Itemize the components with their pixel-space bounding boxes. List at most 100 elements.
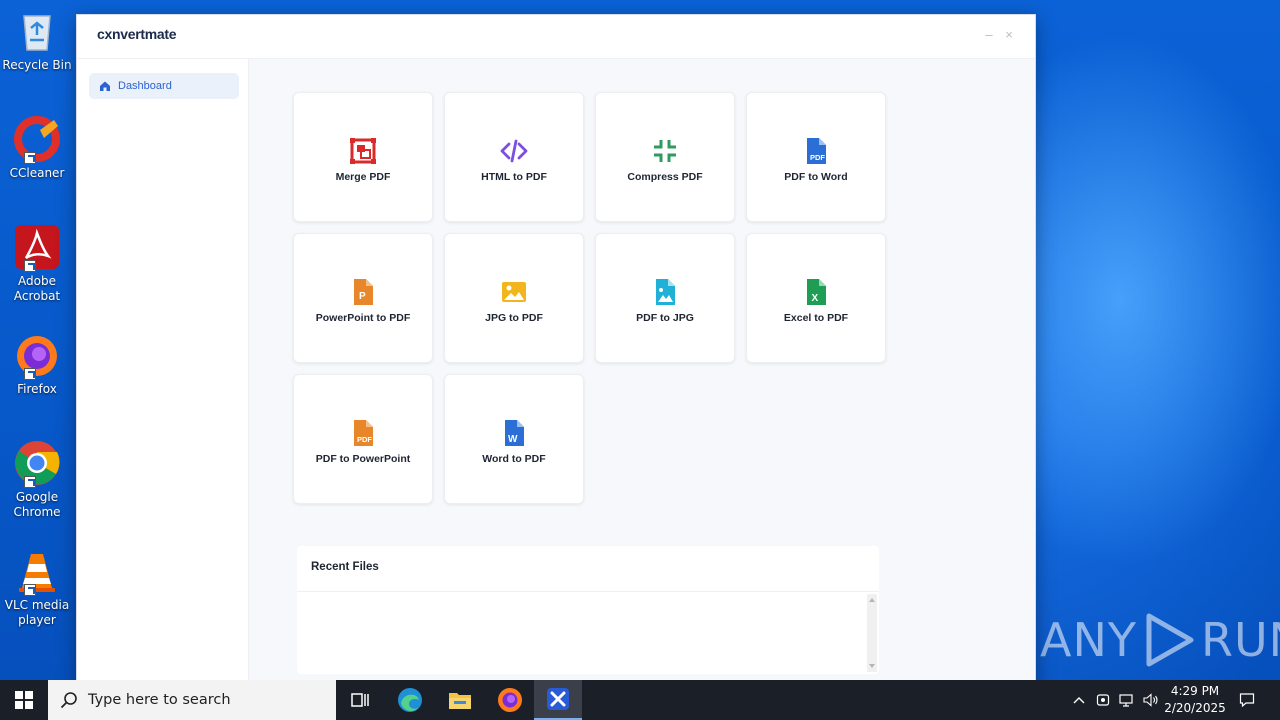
clock-date: 2/20/2025	[1164, 701, 1226, 715]
tool-card-label: PDF to PowerPoint	[315, 453, 411, 465]
taskbar-clock[interactable]: 4:29 PM 2/20/2025	[1160, 683, 1230, 717]
taskbar-file-explorer[interactable]	[436, 680, 484, 720]
meet-icon	[1096, 694, 1110, 706]
svg-text:PDF: PDF	[357, 435, 372, 444]
taskbar-edge[interactable]	[386, 680, 434, 720]
desktop-icon-vlc[interactable]: VLC media player	[2, 548, 72, 628]
excel-file-icon: X	[807, 279, 826, 305]
edge-icon	[398, 688, 422, 712]
desktop-icon-label: Google Chrome	[13, 490, 61, 519]
code-icon	[500, 139, 528, 163]
search-placeholder: Type here to search	[88, 692, 231, 708]
windows-icon	[15, 691, 33, 709]
desktop-icon-firefox[interactable]: Firefox	[2, 332, 72, 397]
tool-card-label: Merge PDF	[335, 171, 391, 183]
tool-card-pdf-to-word[interactable]: PDF PDF to Word	[746, 92, 886, 222]
word-file-icon: W	[505, 420, 524, 446]
sidebar-item-dashboard[interactable]: Dashboard	[89, 73, 239, 99]
clock-time: 4:29 PM	[1170, 684, 1220, 698]
desktop-icon-ccleaner[interactable]: CCleaner	[2, 116, 72, 181]
merge-icon	[350, 138, 376, 164]
tool-card-merge-pdf[interactable]: Merge PDF	[293, 92, 433, 222]
ccleaner-icon	[14, 116, 60, 164]
tool-card-html-to-pdf[interactable]: HTML to PDF	[444, 92, 584, 222]
svg-text:W: W	[508, 434, 518, 445]
desktop-icon-recycle-bin[interactable]: Recycle Bin	[2, 8, 72, 73]
close-button[interactable]: ×	[1001, 27, 1017, 43]
tool-card-label: Excel to PDF	[783, 312, 849, 324]
network-icon	[1119, 694, 1133, 707]
powerpoint-file-icon: P	[354, 279, 373, 305]
task-view-button[interactable]	[336, 680, 384, 720]
recent-files-panel: Recent Files	[297, 546, 879, 674]
tool-card-powerpoint-to-pdf[interactable]: P PowerPoint to PDF	[293, 233, 433, 363]
app-logo: cxnvertmate	[97, 26, 177, 42]
tool-card-label: PowerPoint to PDF	[315, 312, 411, 324]
folder-icon	[449, 693, 471, 709]
pdf-file-icon: PDF	[807, 138, 826, 164]
svg-text:PDF: PDF	[810, 153, 825, 162]
play-icon	[1146, 613, 1194, 667]
tray-volume[interactable]	[1141, 680, 1161, 720]
firefox-icon	[498, 688, 522, 712]
pdf-file-icon: PDF	[354, 420, 373, 446]
svg-text:X: X	[812, 293, 819, 304]
tool-card-label: JPG to PDF	[485, 312, 543, 324]
scroll-down-arrow[interactable]	[869, 664, 875, 668]
vlc-icon	[14, 548, 60, 596]
notification-icon	[1239, 693, 1255, 708]
home-icon	[100, 81, 110, 91]
acrobat-icon	[14, 224, 60, 272]
sidebar: Dashboard	[77, 59, 249, 696]
sidebar-item-label: Dashboard	[118, 80, 172, 92]
desktop-icon-label: CCleaner	[9, 166, 65, 180]
tool-card-word-to-pdf[interactable]: W Word to PDF	[444, 374, 584, 504]
chevron-up-icon	[1073, 697, 1085, 704]
start-button[interactable]	[0, 680, 48, 720]
image-icon	[502, 282, 526, 302]
tool-card-pdf-to-jpg[interactable]: PDF to JPG	[595, 233, 735, 363]
compress-icon	[654, 140, 676, 162]
desktop-icon-adobe-acrobat[interactable]: Adobe Acrobat	[2, 224, 72, 304]
taskbar: Type here to search 4:29 PM 2/20/2025	[0, 680, 1280, 720]
tray-meet-now[interactable]	[1094, 680, 1112, 720]
title-bar: cxnvertmate – ×	[77, 15, 1035, 59]
tool-card-jpg-to-pdf[interactable]: JPG to PDF	[444, 233, 584, 363]
scroll-up-arrow[interactable]	[869, 598, 875, 602]
tool-card-label: Compress PDF	[627, 171, 703, 183]
taskbar-convertmate[interactable]	[534, 680, 582, 720]
tray-overflow-button[interactable]	[1070, 680, 1088, 720]
watermark: ANY RUN	[1040, 608, 1280, 672]
image-file-icon	[656, 279, 675, 305]
tray-network[interactable]	[1117, 680, 1137, 720]
divider	[297, 591, 879, 592]
desktop-icon-label: Adobe Acrobat	[13, 274, 61, 303]
tool-card-excel-to-pdf[interactable]: X Excel to PDF	[746, 233, 886, 363]
svg-text:P: P	[359, 291, 366, 302]
desktop-icon-label: VLC media player	[4, 598, 70, 627]
convertmate-icon	[547, 688, 569, 710]
search-icon	[60, 692, 77, 709]
taskbar-search-box[interactable]: Type here to search	[48, 680, 336, 720]
minimize-button[interactable]: –	[981, 27, 997, 43]
recent-files-title: Recent Files	[311, 561, 379, 573]
tool-card-label: Word to PDF	[482, 453, 546, 465]
tool-card-label: PDF to JPG	[636, 312, 694, 324]
tool-card-label: PDF to Word	[784, 171, 848, 183]
tool-card-compress-pdf[interactable]: Compress PDF	[595, 92, 735, 222]
tool-card-label: HTML to PDF	[481, 171, 547, 183]
firefox-icon	[14, 332, 60, 380]
taskbar-firefox[interactable]	[486, 680, 534, 720]
chrome-icon	[14, 440, 60, 488]
tool-card-pdf-to-powerpoint[interactable]: PDF PDF to PowerPoint	[293, 374, 433, 504]
app-window: cxnvertmate – × Dashboard Merge PDF HTML…	[76, 14, 1036, 696]
notification-center-button[interactable]	[1236, 680, 1258, 720]
task-view-icon	[351, 693, 369, 707]
desktop-icon-label: Recycle Bin	[2, 58, 72, 72]
volume-icon	[1143, 693, 1158, 707]
desktop-icon-google-chrome[interactable]: Google Chrome	[2, 440, 72, 520]
desktop-icon-label: Firefox	[17, 382, 57, 396]
recycle-bin-icon	[14, 8, 60, 54]
dashboard-main: Merge PDF HTML to PDF Compress PDF PDF P…	[250, 59, 1035, 696]
recent-files-scrollbar[interactable]	[867, 594, 877, 672]
